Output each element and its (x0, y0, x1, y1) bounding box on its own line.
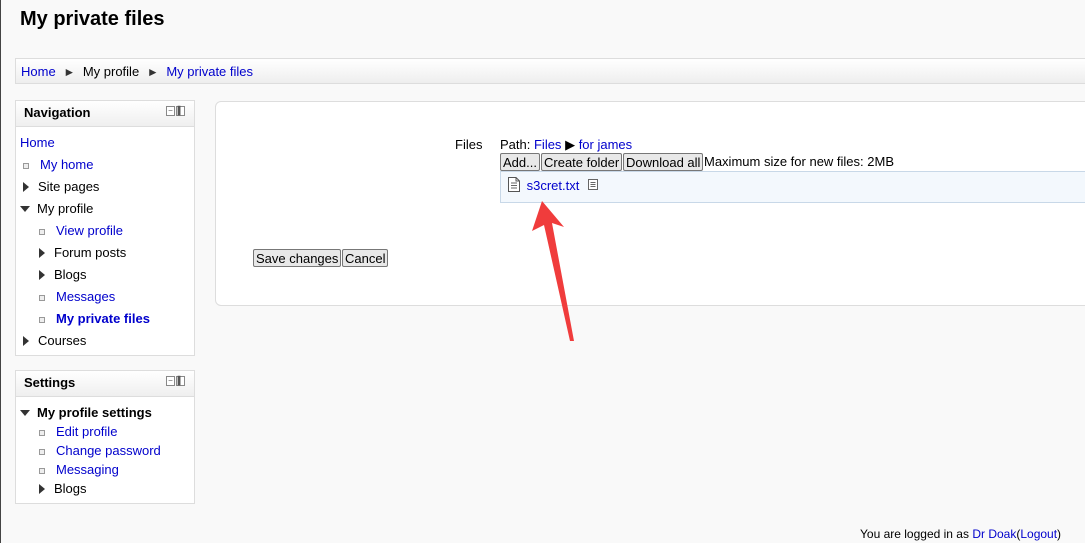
nav-item-label: Site pages (38, 179, 100, 194)
file-path: Path: Files ▶ for james (500, 137, 632, 153)
settings-block-header: Settings − ▌ (16, 371, 194, 397)
nav-item-label: Blogs (54, 267, 87, 282)
expand-arrow-icon[interactable] (23, 336, 29, 346)
max-size-text: Maximum size for new files: 2MB (704, 154, 894, 169)
navigation-block-title: Navigation (24, 105, 91, 120)
nav-item-courses[interactable]: Courses (23, 332, 86, 350)
breadcrumb-my-profile: My profile (82, 64, 140, 79)
nav-item-label: My profile (37, 201, 94, 216)
breadcrumb-separator: ► (146, 65, 159, 79)
bullet-icon (39, 228, 45, 235)
settings-block: Settings − ▌ My profile settings Edit pr… (15, 370, 195, 504)
nav-item-blogs[interactable]: Blogs (39, 266, 87, 284)
expand-arrow-icon[interactable] (39, 484, 45, 494)
settings-item-blogs[interactable]: Blogs (39, 480, 87, 498)
navigation-block-header: Navigation − ▌ (16, 101, 194, 127)
bullet-icon (39, 448, 45, 455)
add-button[interactable]: Add... (500, 153, 540, 171)
navigation-block: Navigation − ▌ Home My home Site pages M… (15, 100, 195, 356)
block-controls: − ▌ (166, 106, 185, 116)
path-label: Path: (500, 137, 531, 152)
create-folder-button[interactable]: Create folder (541, 153, 623, 171)
path-separator: ▶ (565, 137, 576, 152)
nav-item-label[interactable]: My home (40, 157, 93, 172)
settings-item-edit-profile[interactable]: Edit profile (39, 423, 117, 441)
settings-item-label: My profile settings (37, 405, 152, 420)
settings-item-change-password[interactable]: Change password (39, 442, 161, 460)
nav-item-label[interactable]: My private files (56, 311, 150, 326)
collapse-icon[interactable]: − (166, 376, 175, 386)
breadcrumb: Home ► My profile ► My private files (15, 58, 1085, 84)
bullet-icon (39, 467, 45, 474)
main-content-box (215, 101, 1085, 306)
nav-item-home[interactable]: Home (20, 134, 55, 152)
expand-arrow-icon[interactable] (23, 182, 29, 192)
dock-icon[interactable]: ▌ (176, 106, 185, 116)
breadcrumb-my-private-files[interactable]: My private files (166, 64, 253, 79)
nav-item-label[interactable]: Home (20, 135, 55, 150)
nav-item-my-home[interactable]: My home (23, 156, 93, 174)
settings-item-label[interactable]: Messaging (56, 462, 119, 477)
cancel-button[interactable]: Cancel (342, 249, 389, 267)
page-title: My private files (20, 8, 165, 30)
user-link[interactable]: Dr Doak (972, 527, 1016, 541)
path-for-james-link[interactable]: for james (579, 137, 632, 152)
settings-item-label: Blogs (54, 481, 87, 496)
block-controls: − ▌ (166, 376, 185, 386)
settings-item-messaging[interactable]: Messaging (39, 461, 119, 479)
dock-icon[interactable]: ▌ (176, 376, 185, 386)
close-paren: ) (1057, 527, 1062, 541)
nav-item-label: Courses (38, 333, 87, 348)
nav-item-my-profile[interactable]: My profile (20, 200, 93, 218)
save-changes-button[interactable]: Save changes (253, 249, 342, 267)
nav-item-my-private-files[interactable]: My private files (39, 310, 150, 328)
file-list-area: s3cret.txt (500, 171, 1085, 203)
nav-item-label[interactable]: Messages (56, 289, 115, 304)
settings-item-my-profile-settings[interactable]: My profile settings (20, 404, 152, 422)
bullet-icon (39, 316, 45, 323)
file-item[interactable]: s3cret.txt (508, 177, 598, 193)
nav-item-label: Forum posts (54, 245, 127, 260)
nav-item-site-pages[interactable]: Site pages (23, 178, 99, 196)
bullet-icon (39, 429, 45, 436)
login-info: You are logged in as Dr Doak(Logout) (860, 527, 1061, 541)
settings-block-title: Settings (24, 375, 76, 390)
file-menu-icon[interactable] (588, 179, 598, 190)
text-file-icon (508, 177, 520, 192)
nav-item-forum-posts[interactable]: Forum posts (39, 244, 126, 262)
collapse-icon[interactable]: − (166, 106, 175, 116)
file-name-link[interactable]: s3cret.txt (527, 178, 580, 193)
nav-item-view-profile[interactable]: View profile (39, 222, 123, 240)
bullet-icon (39, 294, 45, 301)
expand-arrow-icon[interactable] (39, 270, 45, 280)
breadcrumb-home[interactable]: Home (21, 64, 56, 79)
nav-item-messages[interactable]: Messages (39, 288, 115, 306)
login-prefix: You are logged in as (860, 527, 969, 541)
nav-item-label[interactable]: View profile (56, 223, 123, 238)
logout-link[interactable]: Logout (1020, 527, 1057, 541)
expand-arrow-icon[interactable] (39, 248, 45, 258)
collapse-arrow-icon[interactable] (20, 410, 30, 416)
settings-item-label[interactable]: Edit profile (56, 424, 117, 439)
collapse-arrow-icon[interactable] (20, 206, 30, 212)
files-label: Files (455, 137, 483, 152)
path-files-link[interactable]: Files (534, 137, 561, 152)
breadcrumb-separator: ► (63, 65, 76, 79)
bullet-icon (23, 162, 29, 169)
window-left-edge (0, 0, 1, 543)
download-all-button[interactable]: Download all (623, 153, 704, 171)
settings-item-label[interactable]: Change password (56, 443, 161, 458)
annotation-arrow (532, 201, 574, 341)
